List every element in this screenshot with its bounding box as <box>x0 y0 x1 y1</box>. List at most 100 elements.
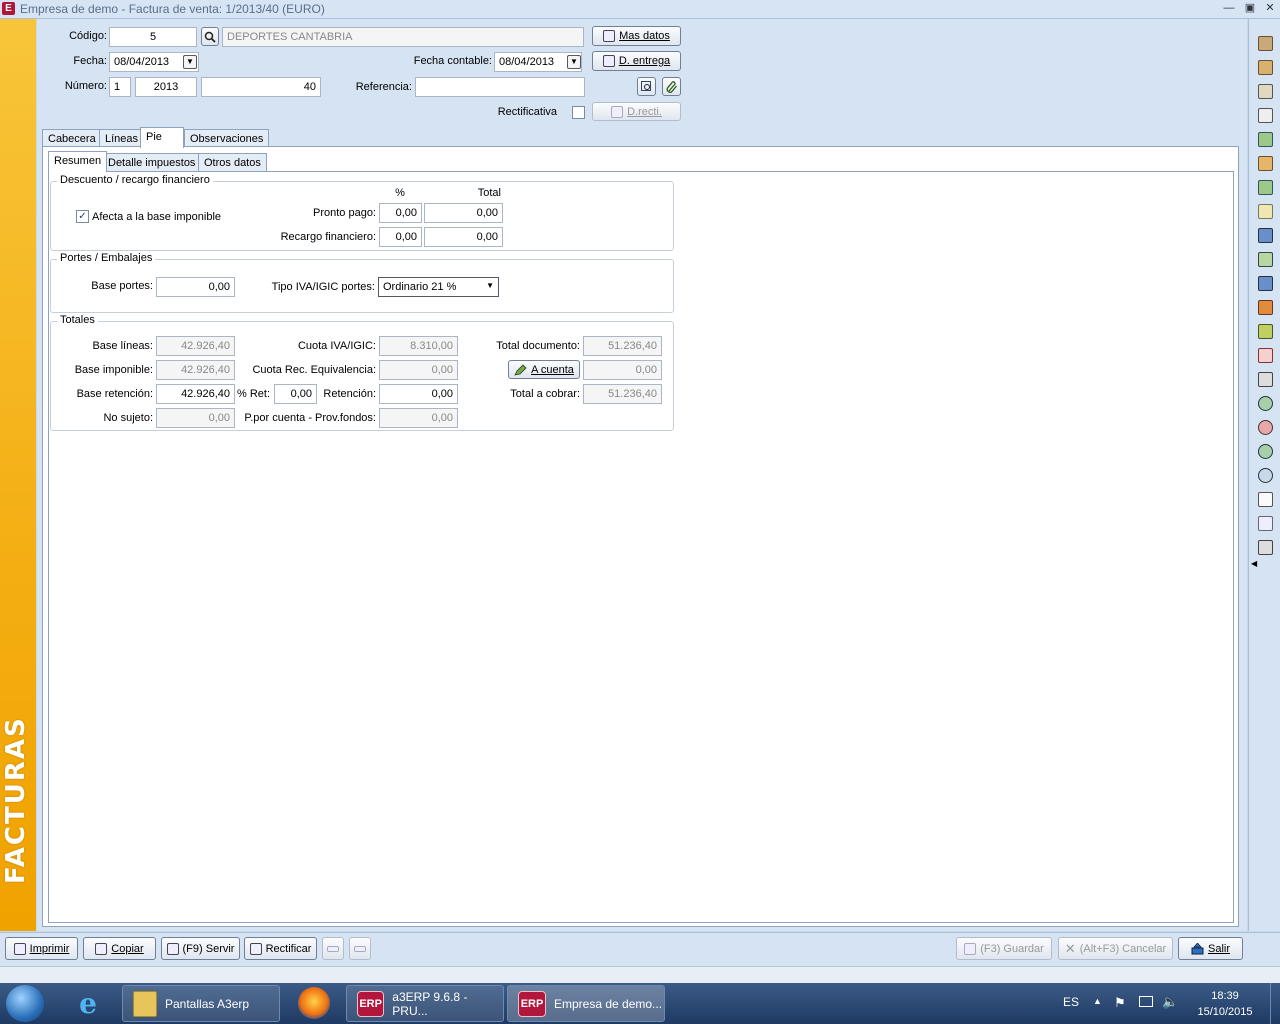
close-icon[interactable]: ✕ <box>1261 1 1279 15</box>
toolbar-collapse-icon[interactable]: ◀ <box>1251 559 1257 568</box>
firefox-icon[interactable] <box>298 987 330 1019</box>
tab-pie[interactable]: Pie <box>140 127 184 148</box>
rectificativa-checkbox[interactable] <box>572 106 585 119</box>
document-icon <box>603 30 616 42</box>
windows-taskbar: e Pantallas A3erp ERP a3ERP 9.6.8 - PRU.… <box>0 983 1280 1024</box>
recargo-total-input[interactable] <box>424 227 503 247</box>
toolbar-report-icon[interactable] <box>1258 204 1273 219</box>
toolbar-layers-icon[interactable] <box>1258 372 1273 387</box>
toolbar-contact-icon[interactable] <box>1258 252 1273 267</box>
mas-datos-button[interactable]: Mas datos <box>592 26 681 46</box>
numero-anio-input[interactable] <box>135 77 197 97</box>
minimize-icon[interactable]: — <box>1220 1 1238 15</box>
rectificar-button[interactable]: Rectificar <box>244 937 317 960</box>
toolbar-chart-icon[interactable] <box>1258 228 1273 243</box>
recargo-pct-input[interactable] <box>379 227 422 247</box>
toolbar-person-icon[interactable] <box>1258 300 1273 315</box>
pct-column-header: % <box>395 187 405 199</box>
toolbar-zoom-blue-icon[interactable] <box>1258 468 1273 483</box>
retencion-label: Retención: <box>323 388 376 400</box>
codigo-input[interactable] <box>109 27 197 47</box>
taskbar-item-pantallas[interactable]: Pantallas A3erp <box>122 985 280 1022</box>
paperclip-icon <box>666 80 677 93</box>
toolbar-transfer-icon[interactable] <box>1258 132 1273 147</box>
toolbar-bars-icon[interactable] <box>1258 276 1273 291</box>
tipo-iva-portes-label: Tipo IVA/IGIC portes: <box>271 281 375 293</box>
base-lineas-label: Base líneas: <box>92 340 153 352</box>
toolbar-document-icon[interactable] <box>1258 492 1273 507</box>
show-desktop-button[interactable] <box>1270 983 1280 1024</box>
pronto-pago-pct-input[interactable] <box>379 203 422 223</box>
a-cuenta-button[interactable]: A cuenta <box>508 360 580 379</box>
cuota-rec-label: Cuota Rec. Equivalencia: <box>252 364 376 376</box>
servir-button[interactable]: (F9) Servir <box>161 937 240 960</box>
fecha-dropdown-icon[interactable]: ▼ <box>183 55 197 69</box>
d-entrega-button[interactable]: D. entrega <box>592 51 681 71</box>
numero-serie-input[interactable] <box>109 77 131 97</box>
toolbar-money-icon[interactable] <box>1258 348 1273 363</box>
toolbar-comment-icon[interactable] <box>1258 516 1273 531</box>
copiar-button[interactable]: Copiar <box>83 937 156 960</box>
toolbar-box-icon[interactable] <box>1258 60 1273 75</box>
save-icon <box>964 942 977 955</box>
flag-icon[interactable]: ⚑ <box>1114 995 1126 1011</box>
numero-input[interactable] <box>201 77 321 97</box>
maximize-icon[interactable]: ▣ <box>1241 1 1259 15</box>
d-recti-button[interactable]: D.recti. <box>592 102 681 121</box>
referencia-input[interactable] <box>415 77 585 97</box>
network-icon[interactable] <box>1139 996 1153 1007</box>
base-portes-label: Base portes: <box>91 280 153 292</box>
cancelar-button[interactable]: ✕ (Alt+F3) Cancelar <box>1058 937 1173 960</box>
start-button-icon[interactable] <box>6 985 44 1022</box>
retencion-input[interactable] <box>379 384 458 404</box>
extra-button-1[interactable] <box>322 937 344 960</box>
toolbar-zoom-icon[interactable] <box>1258 396 1273 411</box>
extra-button-2[interactable] <box>349 937 371 960</box>
clock-time[interactable]: 18:39 <box>1185 990 1265 1002</box>
toolbar-arrows-icon[interactable] <box>1258 180 1273 195</box>
toolbar-find-icon[interactable] <box>1258 324 1273 339</box>
taskbar-item-a3erp[interactable]: ERP a3ERP 9.6.8 - PRU... <box>346 985 504 1022</box>
attach-button[interactable] <box>662 77 681 96</box>
calendar-icon <box>602 55 615 67</box>
base-retencion-input[interactable] <box>156 384 235 404</box>
subtab-detalle-impuestos[interactable]: Detalle impuestos <box>102 153 202 172</box>
search-referencia-button[interactable] <box>637 77 656 96</box>
search-client-button[interactable] <box>201 27 219 46</box>
language-indicator[interactable]: ES <box>1063 995 1079 1009</box>
fecha-contable-label: Fecha contable: <box>413 55 492 67</box>
salir-button[interactable]: Salir <box>1178 937 1243 960</box>
toolbar-zoom-green-icon[interactable] <box>1258 444 1273 459</box>
fecha-contable-dropdown-icon[interactable]: ▼ <box>567 55 581 69</box>
toolbar-print-icon[interactable] <box>1258 108 1273 123</box>
pronto-pago-label: Pronto pago: <box>313 207 376 219</box>
folder-icon <box>133 990 157 1017</box>
imprimir-button[interactable]: Imprimir <box>5 937 78 960</box>
tipo-iva-portes-select[interactable]: Ordinario 21 % ▼ <box>378 277 499 297</box>
totales-legend: Totales <box>57 314 98 326</box>
toolbar-save-icon[interactable] <box>1258 540 1273 555</box>
guardar-button[interactable]: (F3) Guardar <box>956 937 1052 960</box>
pct-ret-input[interactable] <box>274 384 317 404</box>
cuota-iva-field <box>379 336 458 356</box>
subtab-otros-datos[interactable]: Otros datos <box>198 153 267 172</box>
no-sujeto-label: No sujeto: <box>103 412 153 424</box>
blank-icon <box>327 945 339 952</box>
pronto-pago-total-input[interactable] <box>424 203 503 223</box>
internet-explorer-icon[interactable]: e <box>72 988 104 1020</box>
base-portes-input[interactable] <box>156 277 235 297</box>
taskbar-item-empresa[interactable]: ERP Empresa de demo... <box>507 985 665 1022</box>
toolbar-zoom-red-icon[interactable] <box>1258 420 1273 435</box>
tray-expand-icon[interactable]: ▲ <box>1093 996 1102 1006</box>
toolbar-stack-icon[interactable] <box>1258 84 1273 99</box>
clock-date[interactable]: 15/10/2015 <box>1185 1006 1265 1018</box>
afecta-base-label: Afecta a la base imponible <box>92 211 222 223</box>
volume-icon[interactable]: 🔈 <box>1162 994 1178 1010</box>
facturas-banner: FACTURAS <box>0 19 36 931</box>
ppc-label: P.por cuenta - Prov.fondos: <box>244 412 376 424</box>
app-icon: E <box>2 2 15 15</box>
subtab-resumen[interactable]: Resumen <box>48 151 108 172</box>
afecta-base-checkbox[interactable]: ✓ <box>76 210 89 223</box>
toolbar-gift-icon[interactable] <box>1258 36 1273 51</box>
toolbar-package-icon[interactable] <box>1258 156 1273 171</box>
